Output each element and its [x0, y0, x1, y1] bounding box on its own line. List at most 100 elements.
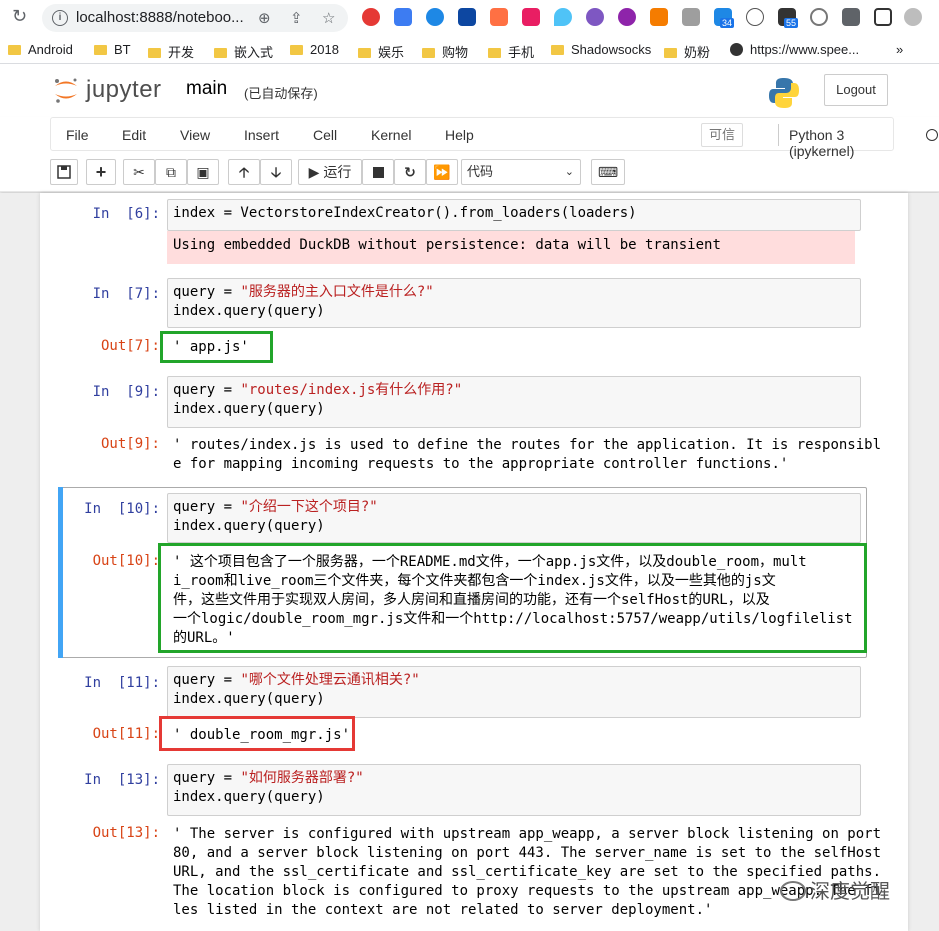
- cloud-ext-icon[interactable]: [426, 8, 444, 26]
- restart-button[interactable]: ↻: [394, 159, 426, 185]
- ext-blue-icon[interactable]: [394, 8, 412, 26]
- highlight-box-green: [160, 331, 273, 363]
- arrow-up-icon: 🡡: [238, 164, 250, 180]
- menu-kernel[interactable]: Kernel: [371, 127, 411, 143]
- output-prompt: Out[10]:: [92, 553, 160, 569]
- trusted-badge[interactable]: 可信: [701, 123, 743, 147]
- site-info-icon[interactable]: i: [52, 10, 68, 26]
- folder-icon: [148, 48, 161, 58]
- metamask-icon[interactable]: [650, 8, 668, 26]
- comment-ext-icon[interactable]: [746, 8, 764, 26]
- code-token: query =: [173, 382, 241, 398]
- browser-chrome: ↻ i localhost:8888/noteboo... ⊕ ⇪ ☆ 34 5…: [0, 0, 939, 70]
- keyboard-icon: ⌨: [597, 164, 619, 180]
- plus-icon: +: [95, 162, 107, 182]
- folder-icon: [664, 48, 677, 58]
- zoom-icon[interactable]: ⊕: [258, 9, 271, 27]
- ext-purple-icon[interactable]: [586, 8, 604, 26]
- cut-button[interactable]: ✂: [123, 159, 155, 185]
- bookmark-folder[interactable]: Android: [8, 42, 73, 57]
- input-prompt: In [11]:: [84, 675, 160, 691]
- menu-insert[interactable]: Insert: [244, 127, 279, 143]
- folder-icon: [8, 45, 21, 55]
- wechat-icon: [780, 881, 806, 901]
- code-cell-input[interactable]: query = "哪个文件处理云通讯相关?" index.query(query…: [167, 666, 861, 718]
- code-cell-input[interactable]: query = "如何服务器部署?" index.query(query): [167, 764, 861, 816]
- input-prompt: In [6]:: [92, 206, 160, 222]
- ext-badge-34: 34: [720, 18, 735, 28]
- site-favicon-icon: [730, 43, 743, 56]
- bookmark-folder[interactable]: BT: [94, 42, 131, 57]
- command-palette-button[interactable]: ⌨: [591, 159, 625, 185]
- extensions-puzzle-icon[interactable]: [842, 8, 860, 26]
- jupyter-header: jupyter main (已自动保存) Logout: [0, 64, 939, 117]
- address-bar[interactable]: i localhost:8888/noteboo... ⊕ ⇪ ☆: [42, 4, 348, 32]
- menu-help[interactable]: Help: [445, 127, 474, 143]
- arrow-down-icon: 🡣: [270, 164, 282, 180]
- bookmark-folder[interactable]: 购物: [422, 42, 468, 61]
- ext-circle-icon[interactable]: [810, 8, 828, 26]
- logout-button[interactable]: Logout: [824, 74, 888, 106]
- input-prompt: In [13]:: [84, 772, 160, 788]
- bookmark-star-icon[interactable]: ☆: [322, 9, 335, 27]
- menu-cell[interactable]: Cell: [313, 127, 337, 143]
- bookmark-folder[interactable]: 开发: [148, 42, 194, 61]
- stderr-output: Using embedded DuckDB without persistenc…: [167, 231, 855, 264]
- paste-icon: ▣: [196, 164, 210, 180]
- code-cell-input[interactable]: query = "服务器的主入口文件是什么?" index.query(quer…: [167, 278, 861, 328]
- folder-icon: [422, 48, 435, 58]
- code-cell-input[interactable]: index = VectorstoreIndexCreator().from_l…: [167, 199, 861, 231]
- code-line: index.query(query): [173, 401, 325, 417]
- location-ext-icon[interactable]: [362, 8, 380, 26]
- bookmark-folder[interactable]: 手机: [488, 42, 534, 61]
- string-literal: "如何服务器部署?": [240, 770, 364, 786]
- highlight-box-red: [159, 716, 355, 751]
- copy-button[interactable]: ⧉: [155, 159, 187, 185]
- ext-pink-icon[interactable]: [522, 8, 540, 26]
- code-token: query =: [173, 284, 241, 300]
- cell-type-select[interactable]: 代码 ⌄: [461, 159, 581, 185]
- jupyter-logo-icon[interactable]: [52, 76, 80, 104]
- folder-icon: [358, 48, 371, 58]
- omnibox-row: ↻ i localhost:8888/noteboo... ⊕ ⇪ ☆ 34 5…: [0, 0, 939, 36]
- kernel-name[interactable]: Python 3 (ipykernel): [789, 127, 893, 159]
- code-cell-input[interactable]: query = "routes/index.js有什么作用?" index.qu…: [167, 376, 861, 428]
- restart-run-all-button[interactable]: ⏩: [426, 159, 458, 185]
- move-down-button[interactable]: 🡣: [260, 159, 292, 185]
- menu-file[interactable]: File: [66, 127, 89, 143]
- ext-orange-icon[interactable]: [490, 8, 508, 26]
- bookmarks-more-icon[interactable]: »: [896, 42, 903, 57]
- bookmark-link[interactable]: https://www.spee...: [730, 42, 859, 57]
- menu-view[interactable]: View: [180, 127, 210, 143]
- menu-edit[interactable]: Edit: [122, 127, 146, 143]
- ext-dark-icon[interactable]: [458, 8, 476, 26]
- reload-icon[interactable]: ↻: [12, 6, 27, 27]
- share-icon[interactable]: ⇪: [290, 9, 303, 27]
- selected-cell-indicator: [58, 487, 63, 658]
- notebook-name[interactable]: main: [186, 78, 227, 100]
- interrupt-button[interactable]: [362, 159, 394, 185]
- fast-forward-icon: ⏩: [433, 164, 451, 180]
- code-cell-input[interactable]: query = "介绍一下这个项目?" index.query(query): [167, 493, 861, 543]
- ext-grey-icon[interactable]: [682, 8, 700, 26]
- scissors-icon: ✂: [133, 164, 145, 180]
- drop-ext-icon[interactable]: [554, 8, 572, 26]
- highlight-box-green: [158, 543, 867, 653]
- insert-cell-button[interactable]: +: [86, 159, 116, 185]
- save-button[interactable]: [50, 159, 78, 185]
- side-panel-icon[interactable]: [874, 8, 892, 26]
- bookmark-folder[interactable]: 2018: [290, 42, 339, 57]
- paste-button[interactable]: ▣: [187, 159, 219, 185]
- python-logo-icon: [769, 78, 799, 108]
- restart-icon: ↻: [404, 164, 416, 180]
- ext-violet-icon[interactable]: [618, 8, 636, 26]
- bookmark-folder[interactable]: Shadowsocks: [551, 42, 651, 57]
- move-up-button[interactable]: 🡡: [228, 159, 260, 185]
- profile-avatar[interactable]: [904, 8, 922, 26]
- run-button[interactable]: ▶ 运行: [298, 159, 362, 185]
- code-line: index.query(query): [173, 789, 325, 805]
- bookmark-folder[interactable]: 奶粉: [664, 42, 710, 61]
- bookmark-folder[interactable]: 嵌入式: [214, 42, 273, 61]
- bookmark-folder[interactable]: 娱乐: [358, 42, 404, 61]
- code-line: index.query(query): [173, 518, 325, 534]
